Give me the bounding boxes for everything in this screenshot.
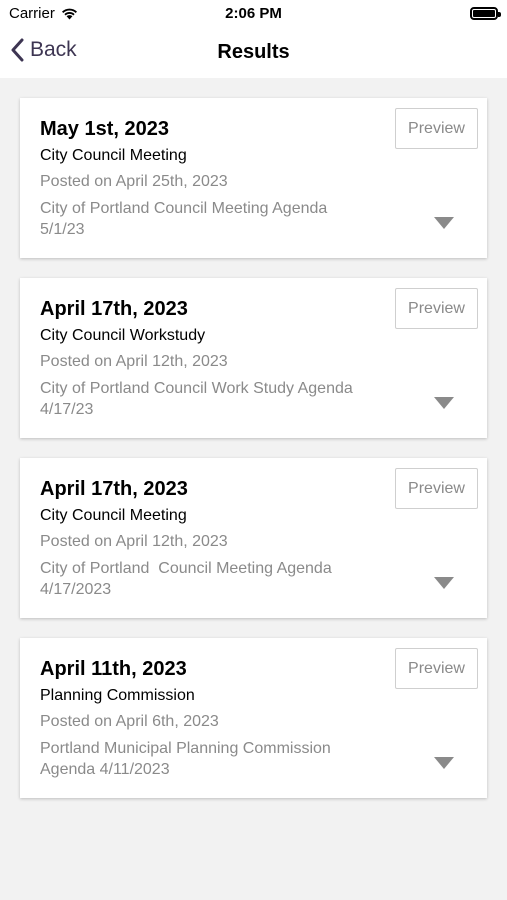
- meeting-date: May 1st, 2023: [40, 118, 169, 140]
- agenda-description: City of Portland Council Meeting Agenda …: [40, 560, 337, 598]
- caret-down-icon[interactable]: [433, 396, 455, 410]
- result-card[interactable]: April 11th, 2023 Planning Commission Pos…: [20, 638, 487, 798]
- meeting-type: City Council Meeting: [40, 147, 187, 164]
- preview-button[interactable]: Preview: [395, 648, 478, 689]
- preview-button[interactable]: Preview: [395, 468, 478, 509]
- meeting-date: April 17th, 2023: [40, 298, 188, 320]
- battery-icon: [470, 7, 501, 20]
- meeting-type: City Council Meeting: [40, 507, 187, 524]
- meeting-date: April 11th, 2023: [40, 658, 187, 680]
- posted-date: Posted on April 6th, 2023: [40, 713, 219, 730]
- posted-date: Posted on April 12th, 2023: [40, 533, 228, 550]
- posted-date: Posted on April 25th, 2023: [40, 173, 228, 190]
- agenda-description: City of Portland Council Meeting Agenda …: [40, 200, 328, 238]
- navigation-bar: Back Results: [0, 28, 507, 78]
- caret-down-icon[interactable]: [433, 756, 455, 770]
- page-title: Results: [217, 41, 290, 63]
- status-bar: Carrier 2:06 PM: [0, 0, 507, 28]
- preview-button[interactable]: Preview: [395, 288, 478, 329]
- agenda-description: City of Portland Council Work Study Agen…: [40, 380, 353, 418]
- caret-down-icon[interactable]: [433, 216, 455, 230]
- results-list: May 1st, 2023 City Council Meeting Poste…: [20, 98, 487, 818]
- agenda-description: Portland Municipal Planning Commission A…: [40, 740, 331, 778]
- caret-down-icon[interactable]: [433, 576, 455, 590]
- meeting-date: April 17th, 2023: [40, 478, 188, 500]
- result-card[interactable]: April 17th, 2023 City Council Workstudy …: [20, 278, 487, 438]
- result-card[interactable]: April 17th, 2023 City Council Meeting Po…: [20, 458, 487, 618]
- result-card[interactable]: May 1st, 2023 City Council Meeting Poste…: [20, 98, 487, 258]
- preview-button[interactable]: Preview: [395, 108, 478, 149]
- meeting-type: City Council Workstudy: [40, 327, 206, 344]
- meeting-type: Planning Commission: [40, 687, 195, 704]
- status-time: 2:06 PM: [225, 5, 282, 22]
- posted-date: Posted on April 12th, 2023: [40, 353, 228, 370]
